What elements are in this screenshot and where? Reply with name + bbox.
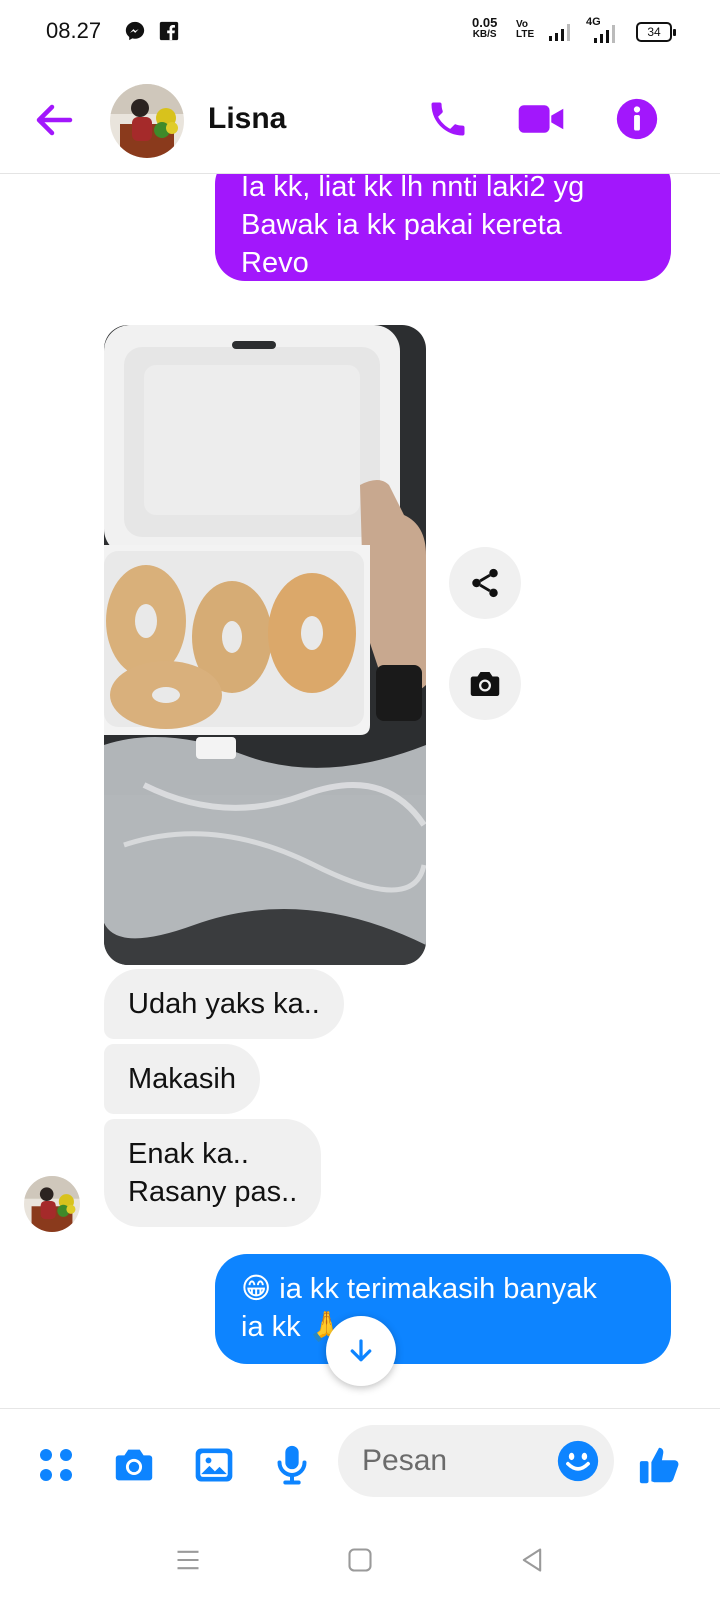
menu-icon — [177, 1550, 199, 1570]
home-button[interactable] — [340, 1540, 380, 1580]
camera-icon — [470, 672, 500, 696]
network-speed-unit: KB/S — [472, 29, 497, 40]
message-line: Revo — [241, 247, 309, 279]
incoming-message[interactable]: Enak ka.. Rasany pas.. — [104, 1119, 322, 1227]
scroll-to-bottom-button[interactable] — [326, 1316, 396, 1386]
voice-call-button[interactable] — [423, 94, 473, 144]
signal-icon — [549, 24, 570, 41]
message-input[interactable] — [362, 1443, 542, 1479]
facebook-icon — [159, 21, 179, 41]
message-line: ia kk 🙏 — [241, 1311, 345, 1343]
volte-bottom: LTE — [516, 29, 535, 40]
info-button[interactable] — [612, 94, 662, 144]
signal-4g-icon — [594, 25, 615, 43]
like-button[interactable] — [636, 1441, 684, 1489]
status-time: 08.27 — [46, 18, 102, 43]
outgoing-message[interactable]: 😁 ia kk terimakasih banyak ia kk 🙏 — [215, 1254, 671, 1364]
camera-button[interactable] — [110, 1441, 158, 1489]
messenger-icon — [125, 21, 145, 41]
apps-icon — [40, 1449, 72, 1481]
contact-avatar[interactable] — [110, 84, 184, 158]
gallery-button[interactable] — [190, 1441, 238, 1489]
apps-button[interactable] — [32, 1441, 80, 1489]
info-icon — [616, 98, 658, 140]
share-button[interactable] — [449, 547, 521, 619]
voice-message-button[interactable] — [268, 1441, 316, 1489]
camera-icon — [115, 1449, 153, 1481]
recent-apps-button[interactable] — [168, 1540, 208, 1580]
volte-indicator: Vo LTE — [516, 20, 534, 40]
video-call-button[interactable] — [516, 94, 566, 144]
message-line: Enak ka.. — [128, 1138, 249, 1170]
message-text: Makasih — [128, 1063, 236, 1095]
network-speed: 0.05 KB/S — [472, 15, 498, 41]
network-speed-value: 0.05 — [472, 15, 498, 30]
back-button[interactable] — [512, 1540, 552, 1580]
back-arrow-icon[interactable] — [30, 96, 78, 144]
status-bar: 08.27 0.05 KB/S Vo LTE 4G 34 — [0, 0, 720, 62]
battery-level: 34 — [647, 25, 661, 39]
outgoing-message[interactable]: Ia kk, liat kk lh nnti laki2 yg Bawak ia… — [215, 174, 671, 281]
share-icon — [472, 568, 498, 598]
home-icon — [348, 1548, 372, 1572]
arrow-down-icon — [350, 1339, 372, 1362]
chat-header: Lisna — [0, 64, 720, 174]
system-navigation-bar — [0, 1518, 720, 1600]
message-line: 😁 ia kk terimakasih banyak — [241, 1273, 597, 1305]
microphone-icon — [277, 1445, 307, 1485]
message-line: Bawak ia kk pakai kereta — [241, 209, 562, 241]
message-line: Ia kk, liat kk lh nnti laki2 yg — [241, 174, 585, 203]
message-thread[interactable]: Ia kk, liat kk lh nnti laki2 yg Bawak ia… — [0, 174, 720, 1407]
emoji-icon[interactable] — [556, 1439, 600, 1483]
incoming-message[interactable]: Makasih — [104, 1044, 260, 1114]
thumbs-up-icon — [639, 1447, 679, 1484]
message-line: Rasany pas.. — [128, 1176, 298, 1208]
contact-name[interactable]: Lisna — [208, 102, 286, 136]
photo-message[interactable] — [104, 325, 426, 965]
incoming-message[interactable]: Udah yaks ka.. — [104, 969, 344, 1039]
messenger-chat-screen: 08.27 0.05 KB/S Vo LTE 4G 34 Lisna Ia kk… — [0, 0, 720, 1600]
photo-camera-button[interactable] — [449, 648, 521, 720]
back-icon — [522, 1548, 542, 1572]
gallery-icon — [195, 1448, 233, 1482]
sender-avatar[interactable] — [24, 1176, 80, 1232]
message-text: Udah yaks ka.. — [128, 988, 320, 1020]
phone-icon — [431, 102, 465, 136]
battery-icon: 34 — [636, 22, 676, 42]
video-camera-icon — [518, 105, 564, 133]
message-input-container[interactable] — [338, 1425, 614, 1497]
message-composer — [0, 1408, 720, 1518]
